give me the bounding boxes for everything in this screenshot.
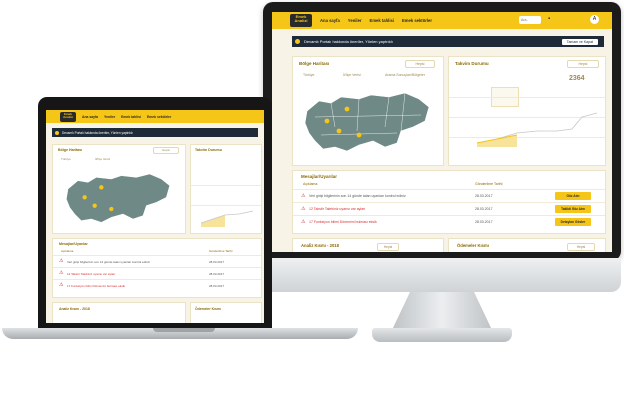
warning-row: ⚠ Veri girişi bilgilerinin son 14 günde … bbox=[293, 189, 605, 203]
map-point-2 bbox=[344, 106, 350, 112]
warning-date: 28.03.2017 bbox=[209, 284, 225, 288]
warning-date: 28.03.2017 bbox=[475, 220, 493, 224]
warning-action-button[interactable]: Göz Atın bbox=[555, 192, 591, 200]
laptop-nav-analysis[interactable]: Emek tahlisi bbox=[121, 115, 141, 119]
info-icon bbox=[295, 39, 300, 44]
warning-icon: ⚠ bbox=[301, 193, 306, 199]
laptop-bottom-right-panel: Ödemeler Kısmı bbox=[190, 302, 262, 323]
status-panel: Takvim Durumu Hepsi 2364 bbox=[448, 56, 606, 166]
laptop-brand-logo[interactable]: Emek Analizi bbox=[60, 111, 76, 122]
map-point-1 bbox=[324, 118, 330, 124]
warning-text: Veri girişi bilgilerinin son 14 günde ta… bbox=[67, 260, 150, 264]
warning-icon: ⚠ bbox=[301, 219, 306, 225]
map-point-4 bbox=[336, 128, 342, 134]
monitor-stand bbox=[392, 292, 492, 330]
warning-text: 12 Takstir Talebiniz uyarısı var ayları bbox=[309, 207, 366, 211]
col-date: Gönderilme Tarihi bbox=[475, 182, 503, 186]
warning-icon: ⚠ bbox=[59, 282, 64, 288]
warning-row: ⚠ 17 Fonksiyon bilimi Dönemini bulması e… bbox=[293, 215, 605, 229]
map-panel-title: Bölge Haritası bbox=[299, 61, 330, 66]
warnings-panel: Mesajlar/Uyarılar Açıklama Gönderilme Ta… bbox=[292, 170, 606, 234]
bell-icon[interactable]: ▪ bbox=[548, 16, 550, 22]
map-filter-dropdown[interactable]: Hepsi bbox=[405, 60, 435, 68]
map-chip-results[interactable]: Arama Sonuçları/Bölgeler bbox=[385, 73, 425, 77]
bottom-right-panel: Ödemeler Kısmı Hepsi bbox=[448, 238, 606, 252]
warning-text: 17 Fonksiyon bilimi Dönemini bulması eks… bbox=[67, 284, 126, 288]
warning-action-button[interactable]: Taklidi Göz Atın bbox=[555, 205, 591, 213]
laptop-bottom-left-title: Analiz Kısmı - 2018 bbox=[59, 307, 90, 311]
grid-line bbox=[191, 185, 261, 186]
bottom-right-title: Ödemeler Kısmı bbox=[457, 243, 489, 248]
laptop-map-panel: Bölge Haritası Hepsi Türkiye İl/İlçe Ver… bbox=[52, 144, 186, 234]
laptop-notch bbox=[153, 328, 215, 332]
laptop-nav-home[interactable]: Ana sayfa bbox=[82, 115, 98, 119]
laptop-screen: Emek Analizi Ana sayfa Yeniler Emek tahli… bbox=[46, 110, 264, 323]
laptop-nav-sectors[interactable]: Emek sektörler bbox=[147, 115, 171, 119]
warning-row: ⚠ 12 Takstir Talebiniz uyarısı var aylar… bbox=[293, 202, 605, 216]
warning-date: 28.03.2017 bbox=[475, 207, 493, 211]
laptop-turkey-map[interactable] bbox=[59, 169, 177, 229]
laptop-map-title: Bölge Haritası bbox=[58, 148, 83, 152]
warning-icon: ⚠ bbox=[301, 206, 306, 212]
announcement-close-button[interactable]: Tamam ve Kapat bbox=[561, 38, 598, 45]
warning-text: Veri girişi bilgilerinin son 14 günde ta… bbox=[309, 194, 406, 198]
bottom-right-filter[interactable]: Hepsi bbox=[567, 243, 595, 251]
warning-action-button[interactable]: Detayları Göster bbox=[555, 218, 591, 226]
announcement-bar: Devamlı Portalı hakkında öneriler, Yönle… bbox=[292, 36, 604, 47]
warning-icon: ⚠ bbox=[59, 270, 64, 276]
nav-item-analysis[interactable]: Emek tahlisi bbox=[370, 18, 394, 23]
warning-text: 17 Fonksiyon bilimi Dönemini bulması eks… bbox=[309, 220, 377, 224]
bottom-left-title: Analiz Kısmı - 2018 bbox=[301, 243, 339, 248]
warning-date: 28.03.2017 bbox=[209, 260, 225, 264]
laptop-announcement-text: Devamlı Portalı hakkında öneriler, Yönle… bbox=[62, 130, 133, 135]
laptop-col-description: Açıklama bbox=[61, 249, 74, 253]
laptop-top-navbar: Emek Analizi Ana sayfa Yeniler Emek tahli… bbox=[46, 110, 264, 123]
status-line-chart bbox=[476, 112, 598, 147]
monitor-chin bbox=[263, 258, 621, 292]
status-filter-dropdown[interactable]: Hepsi bbox=[567, 60, 599, 68]
warning-date: 28.03.2017 bbox=[209, 272, 225, 276]
avatar[interactable]: A bbox=[590, 15, 599, 24]
warning-text: 12 Takstir Talebiniz uyarısı var ayları bbox=[67, 272, 116, 276]
laptop-status-panel: Takvim Durumu bbox=[190, 144, 262, 234]
map-panel: Bölge Haritası Hepsi Türkiye İl/İlçe Ver… bbox=[292, 56, 444, 166]
monitor-stand-base bbox=[372, 328, 512, 342]
laptop-bottom-left-panel: Analiz Kısmı - 2018 bbox=[52, 302, 186, 323]
turkey-map[interactable] bbox=[301, 87, 433, 159]
nav-item-new[interactable]: Yeniler bbox=[348, 18, 362, 23]
laptop-announcement-bar: Devamlı Portalı hakkında öneriler, Yönle… bbox=[52, 128, 258, 137]
desktop-screen: Emek Analizi Ana sayfa Yeniler Emek tahli… bbox=[272, 12, 612, 252]
bottom-left-filter[interactable]: Hepsi bbox=[377, 243, 399, 251]
map-chip-country[interactable]: Türkiye bbox=[303, 73, 314, 77]
status-panel-title: Takvim Durumu bbox=[455, 61, 489, 66]
warnings-title: Mesajlar/Uyarılar bbox=[301, 174, 338, 179]
search-input[interactable]: Ara.. bbox=[519, 16, 541, 24]
grid-line bbox=[449, 97, 605, 98]
laptop-status-title: Takvim Durumu bbox=[195, 148, 222, 152]
laptop-map-filter[interactable]: Hepsi bbox=[153, 147, 179, 154]
laptop-nav-new[interactable]: Yeniler bbox=[104, 115, 115, 119]
brand-logo[interactable]: Emek Analizi bbox=[290, 14, 312, 27]
laptop-bottom-right-title: Ödemeler Kısmı bbox=[195, 307, 221, 311]
laptop-warning-row: ⚠ 17 Fonksiyon bilimi Dönemini bulması e… bbox=[53, 279, 261, 292]
laptop-col-date: Gönderilme Tarihi bbox=[209, 249, 233, 253]
col-description: Açıklama bbox=[303, 182, 318, 186]
nav-item-sectors[interactable]: Emek sektörler bbox=[402, 18, 432, 23]
status-value: 2364 bbox=[569, 75, 585, 82]
laptop-chip-country[interactable]: Türkiye bbox=[61, 157, 71, 161]
laptop-chip-province[interactable]: İl/İlçe Verisi bbox=[95, 157, 110, 161]
warning-date: 28.03.2017 bbox=[475, 194, 493, 198]
laptop-info-icon bbox=[55, 130, 59, 135]
laptop-line-chart bbox=[200, 210, 254, 227]
top-navbar: Emek Analizi Ana sayfa Yeniler Emek tahli… bbox=[272, 12, 612, 29]
laptop-warnings-panel: Mesajlar/Uyarılar Açıklama Gönderilme Ta… bbox=[52, 238, 262, 298]
bottom-left-panel: Analiz Kısmı - 2018 Hepsi bbox=[292, 238, 444, 252]
nav-item-home[interactable]: Ana sayfa bbox=[320, 18, 340, 23]
map-point-3 bbox=[356, 132, 362, 138]
map-chip-province[interactable]: İl/İlçe Verisi bbox=[343, 73, 361, 77]
announcement-text: Devamlı Portalı hakkında öneriler, Yönle… bbox=[304, 39, 393, 44]
warning-icon: ⚠ bbox=[59, 258, 64, 264]
laptop-warnings-title: Mesajlar/Uyarılar bbox=[59, 242, 88, 246]
